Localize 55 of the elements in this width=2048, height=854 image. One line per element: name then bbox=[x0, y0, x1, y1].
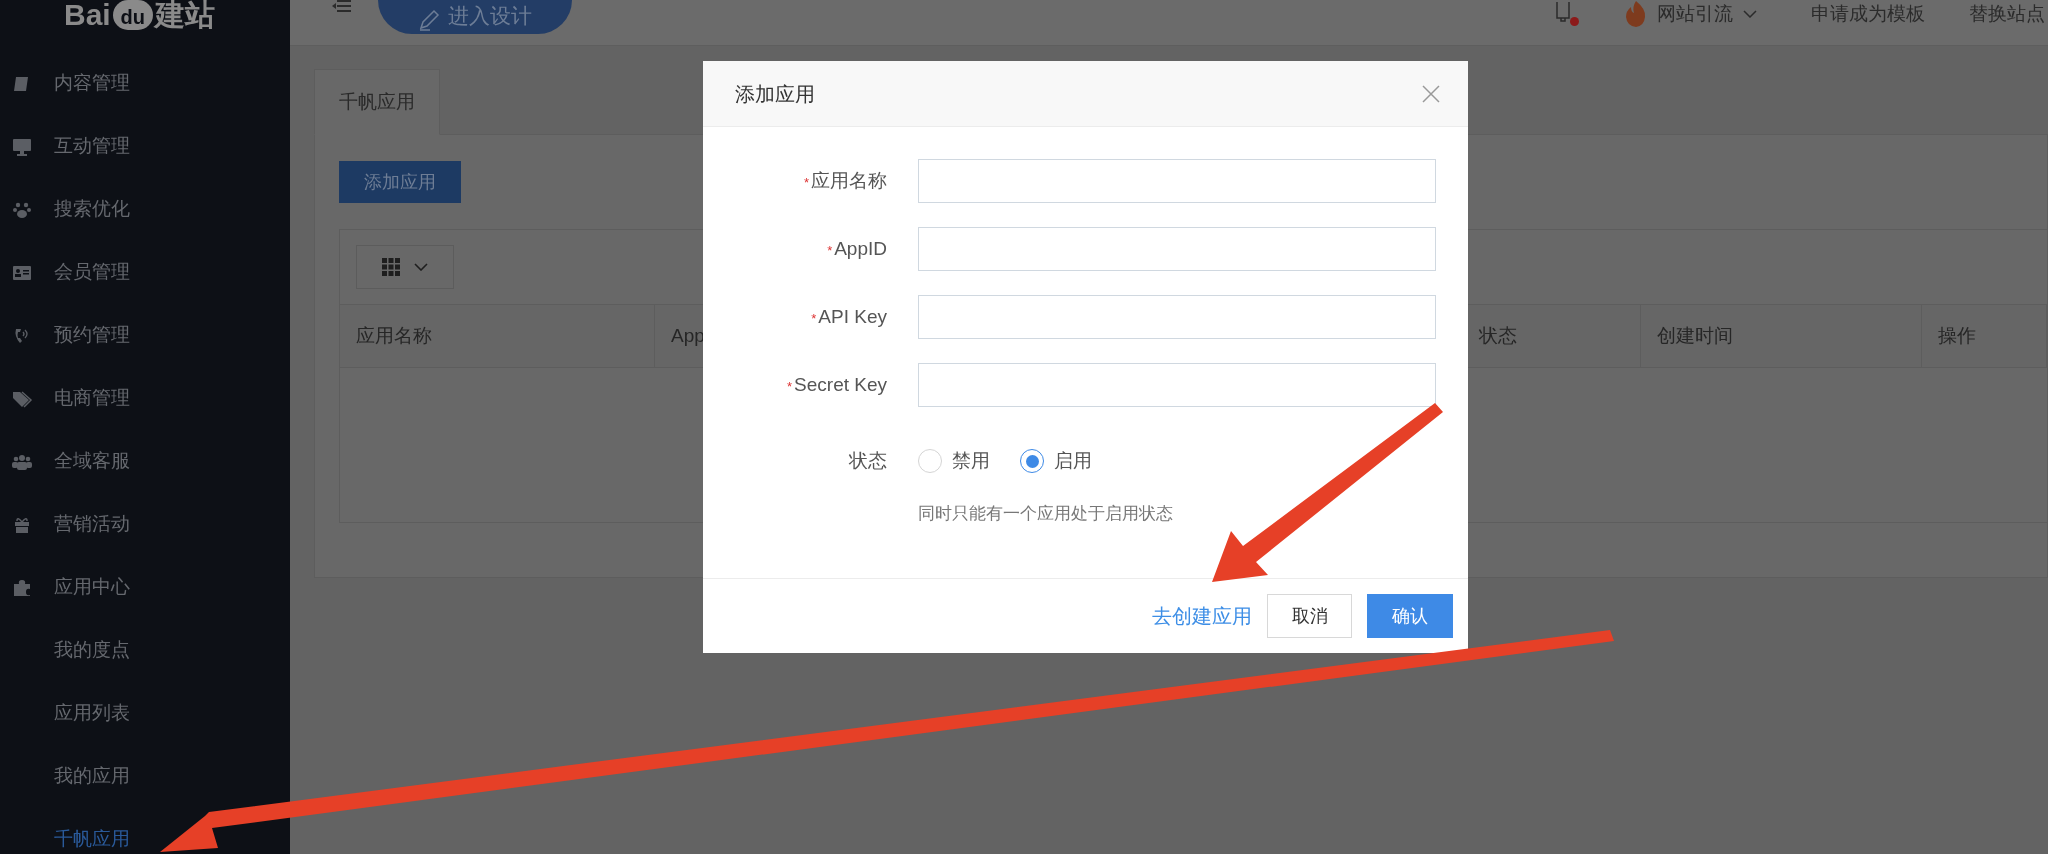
menu-icon[interactable] bbox=[332, 0, 352, 14]
field-label: *Secret Key bbox=[786, 372, 887, 397]
field-label: *AppID bbox=[826, 236, 887, 261]
menu-item[interactable]: 千帆应用 bbox=[0, 808, 290, 854]
chevron-down-icon bbox=[1743, 10, 1757, 18]
column-header: 应用名称 bbox=[356, 323, 432, 348]
menu-item[interactable]: 我的度点 bbox=[0, 619, 290, 682]
menu-item[interactable]: 全域客服 bbox=[0, 430, 290, 493]
input-field[interactable] bbox=[918, 159, 1436, 203]
radio-option[interactable]: 禁用 bbox=[918, 446, 990, 476]
grid-icon bbox=[382, 258, 400, 276]
top-link[interactable]: 替换站点 bbox=[1969, 0, 2045, 29]
menu-item[interactable]: 营销活动 bbox=[0, 493, 290, 556]
create-app-link[interactable]: 去创建应用 bbox=[1152, 601, 1252, 631]
logo-text: Bai bbox=[64, 0, 111, 30]
menu-item[interactable]: 应用列表 bbox=[0, 682, 290, 745]
menu-item[interactable]: 电商管理 bbox=[0, 367, 290, 430]
top-link[interactable]: 申请成为模板 bbox=[1811, 0, 1925, 29]
dialog-title: 添加应用 bbox=[735, 81, 815, 107]
flame-icon bbox=[1625, 1, 1647, 27]
puzzle-icon bbox=[11, 577, 33, 598]
logo-text: 建站 bbox=[154, 0, 215, 30]
column-header: 状态 bbox=[1479, 323, 1517, 348]
column-header: App bbox=[671, 323, 705, 348]
bell-icon[interactable] bbox=[1553, 2, 1579, 26]
menu-item[interactable]: 我的应用 bbox=[0, 745, 290, 808]
input-field[interactable] bbox=[918, 363, 1436, 407]
pencil-icon bbox=[418, 9, 440, 31]
column-toggle-button[interactable] bbox=[356, 245, 454, 289]
cancel-button[interactable]: 取消 bbox=[1267, 594, 1352, 638]
column-header: 创建时间 bbox=[1657, 323, 1733, 348]
field-label: *应用名称 bbox=[802, 168, 887, 193]
radio-option[interactable]: 启用 bbox=[1020, 446, 1092, 476]
logo-paw: du bbox=[112, 0, 153, 30]
menu-item[interactable]: 会员管理 bbox=[0, 241, 290, 304]
menu-item[interactable]: 搜索优化 bbox=[0, 178, 290, 241]
field-label: *API Key bbox=[810, 304, 887, 329]
design-button[interactable]: 进入设计 bbox=[378, 0, 572, 34]
confirm-button[interactable]: 确认 bbox=[1367, 594, 1453, 638]
hint-text: 同时只能有一个应用处于启用状态 bbox=[918, 504, 1173, 523]
menu-item[interactable]: 互动管理 bbox=[0, 115, 290, 178]
traffic-menu[interactable]: 网站引流 bbox=[1625, 0, 1757, 29]
add-app-button[interactable]: 添加应用 bbox=[339, 161, 461, 203]
field-label: 状态 bbox=[848, 448, 887, 473]
close-icon[interactable] bbox=[1422, 84, 1440, 103]
tag-icon bbox=[11, 388, 33, 409]
input-field[interactable] bbox=[918, 227, 1436, 271]
column-header: 操作 bbox=[1938, 323, 1976, 348]
menu-item[interactable]: 应用中心 bbox=[0, 556, 290, 619]
monitor-icon bbox=[11, 136, 33, 157]
chevron-down-icon bbox=[414, 263, 428, 271]
input-field[interactable] bbox=[918, 295, 1436, 339]
tab[interactable]: 千帆应用 bbox=[314, 69, 440, 135]
menu-item[interactable]: 预约管理 bbox=[0, 304, 290, 367]
menu-item[interactable]: 内容管理 bbox=[0, 52, 290, 115]
